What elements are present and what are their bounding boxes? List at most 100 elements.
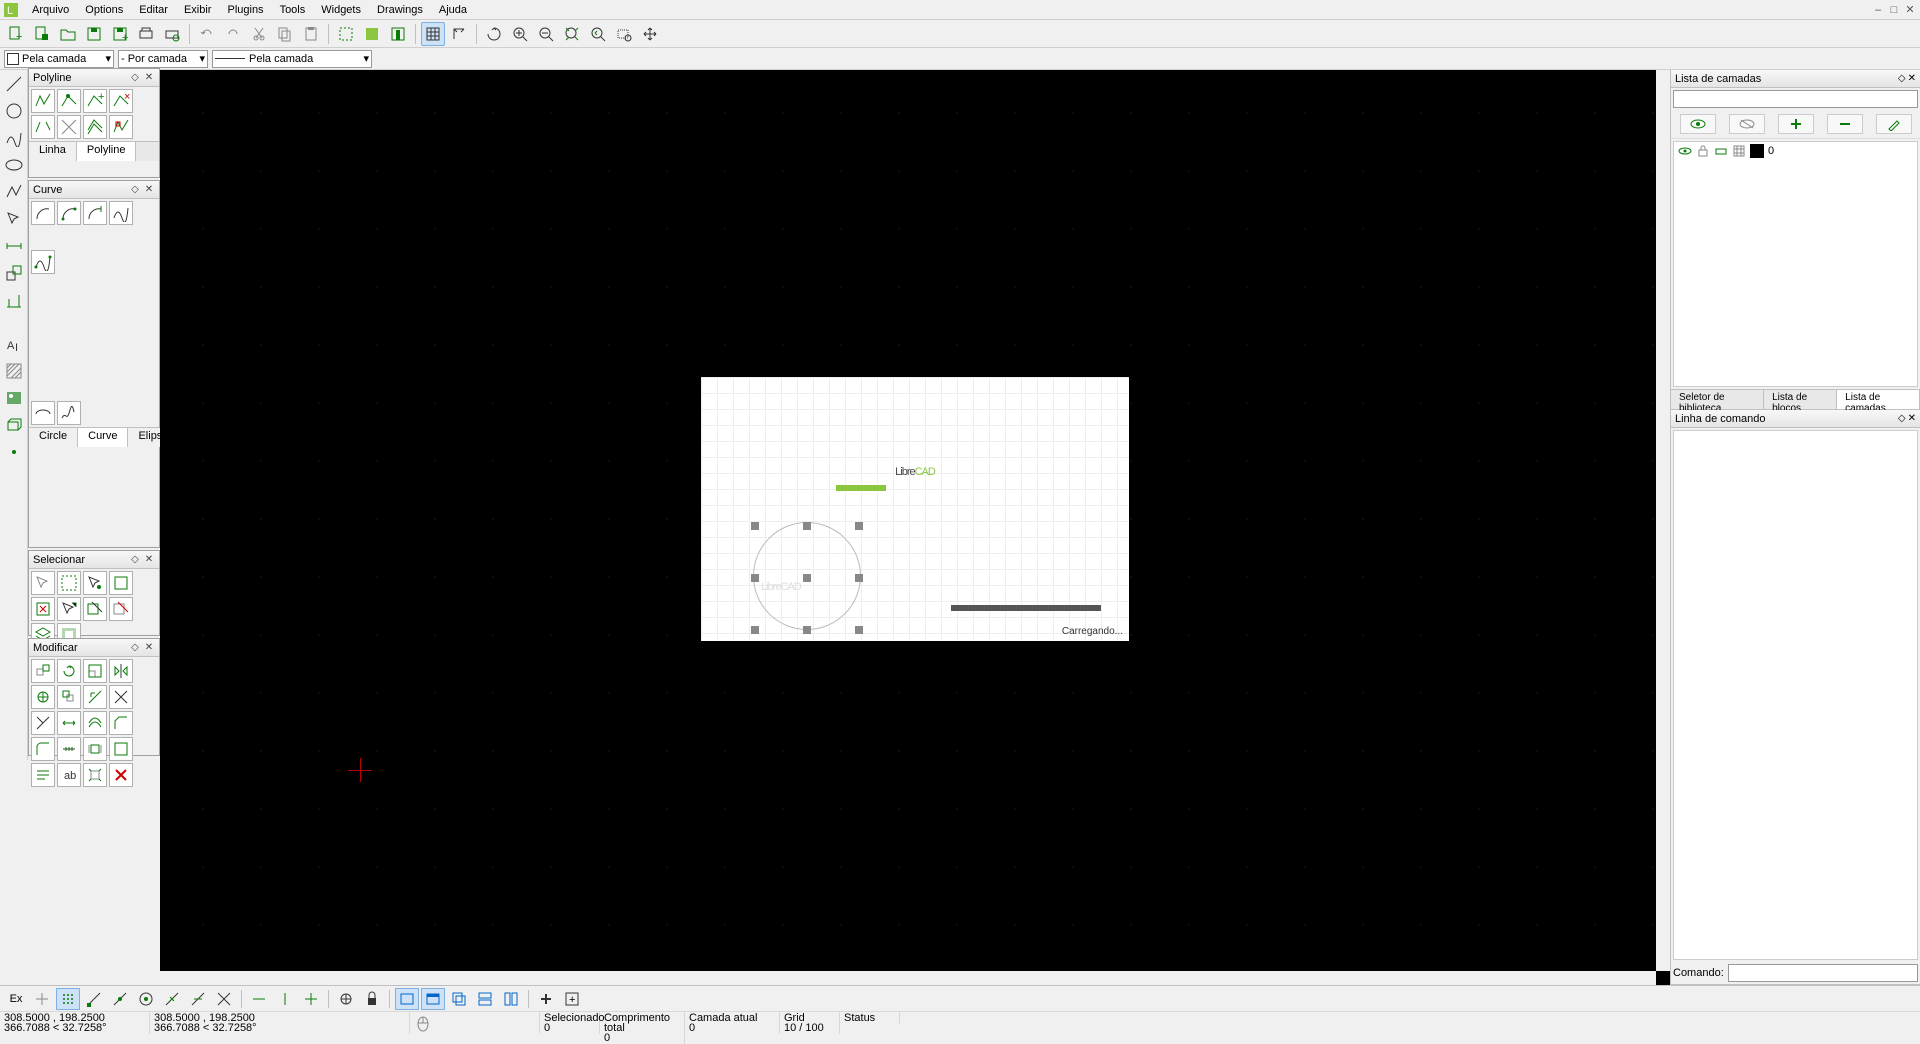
moverotate-button[interactable] [31,685,55,709]
line-tool-icon[interactable] [3,72,25,96]
zoom-out-button[interactable] [534,22,558,46]
save-view-button[interactable]: + [560,988,584,1010]
stretch-button[interactable] [83,737,107,761]
save-button[interactable] [82,22,106,46]
ellipse-arc-button[interactable] [31,401,55,425]
hide-all-layers-button[interactable] [1729,114,1765,134]
tab-circle[interactable]: Circle [29,428,78,447]
tab-polyline[interactable]: Polyline [77,142,137,161]
color-selector[interactable]: Pela camada▾ [4,50,114,68]
menu-ajuda[interactable]: Ajuda [431,2,475,18]
command-history[interactable] [1673,430,1918,960]
tab-mode-button[interactable] [395,988,419,1010]
maximize-button[interactable]: □ [1888,4,1900,16]
menu-arquivo[interactable]: Arquivo [24,2,77,18]
lock-relative-button[interactable] [360,988,384,1010]
tile-h-button[interactable] [473,988,497,1010]
snap-center-button[interactable] [134,988,158,1010]
exclusive-snap-button[interactable]: Ex [4,988,28,1010]
tab-biblioteca[interactable]: Seletor de biblioteca [1671,390,1764,409]
text-tool-icon[interactable]: AI [3,332,25,356]
window-mode-button[interactable] [421,988,445,1010]
mirror-button[interactable] [109,659,133,683]
print-icon[interactable] [1714,144,1728,158]
add-view-button[interactable] [534,988,558,1010]
select-entity-button[interactable] [83,571,107,595]
lock-icon[interactable] [1696,144,1710,158]
polyline-add-button[interactable] [57,89,81,113]
rotate-button[interactable] [57,659,81,683]
deselect-window-button[interactable] [31,597,55,621]
snap-distance-button[interactable] [186,988,210,1010]
horizontal-scrollbar[interactable] [160,971,1656,985]
add-layer-button[interactable] [1778,114,1814,134]
spline-button[interactable] [109,201,133,225]
hatch-tool-icon[interactable] [3,359,25,383]
attributes-button[interactable] [31,763,55,787]
undo-button[interactable] [195,22,219,46]
cut-button[interactable] [247,22,271,46]
paste-button[interactable] [299,22,323,46]
copy-button[interactable] [273,22,297,46]
restrict-horiz-button[interactable] [299,988,323,1010]
spline-points-button[interactable] [31,250,55,274]
close-icon[interactable]: ✕ [143,184,155,196]
show-all-layers-button[interactable] [1680,114,1716,134]
deselect-all-button[interactable] [31,571,55,595]
layer-filter-input[interactable] [1673,90,1918,108]
close-icon[interactable]: ✕ [143,554,155,566]
menu-tools[interactable]: Tools [272,2,314,18]
dock-icon[interactable]: ◇ [129,642,141,654]
snap-intersection-button[interactable] [212,988,236,1010]
tile-v-button[interactable] [499,988,523,1010]
snap-middle-button[interactable] [160,988,184,1010]
edit-layer-button[interactable] [1876,114,1912,134]
tab-linha[interactable]: Linha [29,142,77,161]
block-tool-icon[interactable] [3,413,25,437]
polyline-append-button[interactable]: + [83,89,107,113]
zoom-auto-button[interactable] [560,22,584,46]
relative-zero-button[interactable] [334,988,358,1010]
select-contour-button[interactable] [57,597,81,621]
vertical-scrollbar[interactable] [1656,70,1670,971]
tab-curve[interactable]: Curve [78,428,128,447]
arc-3p-button[interactable] [57,201,81,225]
cascade-button[interactable] [447,988,471,1010]
dock-icon[interactable]: ◇ [129,184,141,196]
open-file-button[interactable] [56,22,80,46]
tab-blocos[interactable]: Lista de blocos [1764,390,1837,409]
move-button[interactable] [31,659,55,683]
snap-free-button[interactable] [30,988,54,1010]
polyline-equid-button[interactable] [83,115,107,139]
bevel-button[interactable] [109,711,133,735]
zoom-in-button[interactable] [508,22,532,46]
lengthen-button[interactable] [57,711,81,735]
snap-on-entity-button[interactable] [108,988,132,1010]
modify-tool-icon[interactable] [3,261,25,285]
properties-button[interactable] [109,737,133,761]
zoom-prev-button[interactable] [586,22,610,46]
arc-tan-button[interactable] [83,201,107,225]
new-file-button[interactable]: + [4,22,28,46]
dock-icon[interactable]: ◇ [129,554,141,566]
menu-plugins[interactable]: Plugins [219,2,271,18]
deselect-intersected-button[interactable] [109,597,133,621]
select-window-button[interactable] [109,571,133,595]
circle-tool-icon[interactable] [3,99,25,123]
delete-button[interactable] [109,763,133,787]
snap-grid-button[interactable] [56,988,80,1010]
menu-editar[interactable]: Editar [131,2,176,18]
curve-tool-icon[interactable] [3,126,25,150]
rotate2-button[interactable] [57,685,81,709]
close-icon[interactable]: ✕ [1908,413,1916,424]
close-button[interactable]: ✕ [1904,4,1916,16]
minimize-button[interactable]: – [1872,4,1884,16]
zoom-pan-button[interactable] [638,22,662,46]
revert-button[interactable] [83,685,107,709]
print-preview-button[interactable] [160,22,184,46]
remove-layer-button[interactable] [1827,114,1863,134]
polyline-trim-button[interactable] [57,115,81,139]
visible-icon[interactable] [1678,144,1692,158]
fullscreen-button[interactable] [334,22,358,46]
menu-drawings[interactable]: Drawings [369,2,431,18]
